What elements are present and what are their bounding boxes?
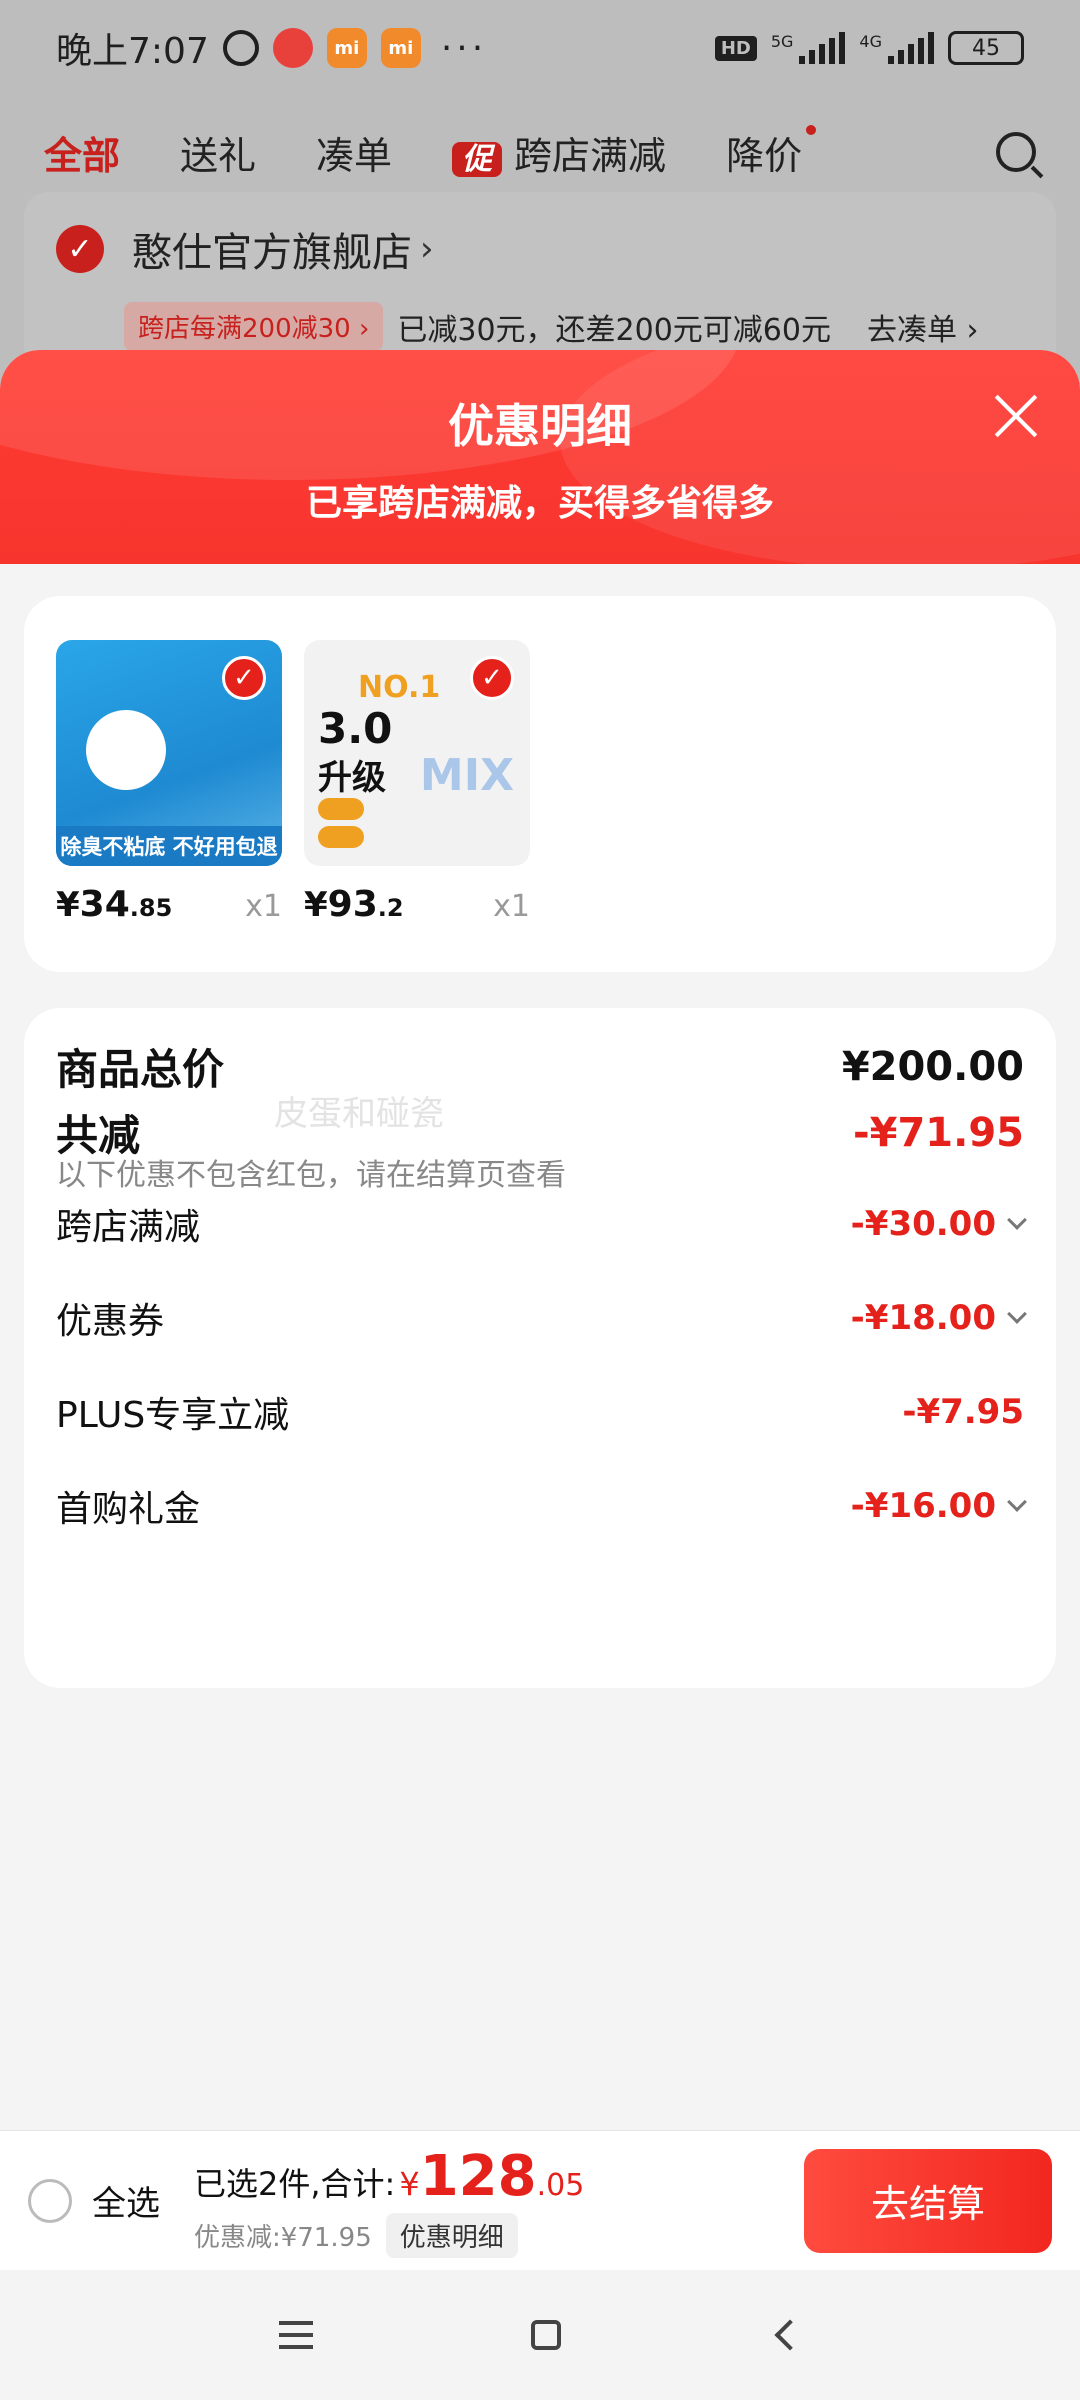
screen: 晚上7:07 mi mi ··· HD 5G 4G 45 全部 送礼 凑单 促 … xyxy=(0,0,1080,2400)
checkmark-icon: ✓ xyxy=(222,656,266,700)
weibo-icon xyxy=(272,28,313,68)
product-qty: x1 xyxy=(493,889,530,924)
tab-all[interactable]: 全部 xyxy=(44,125,120,180)
store-check-icon[interactable]: ✓ xyxy=(56,225,104,273)
mi-app-icon: mi xyxy=(380,28,421,68)
product-price: 34 xyxy=(79,884,130,925)
chevron-down-icon xyxy=(1007,1304,1027,1324)
more-notifications-icon: ··· xyxy=(440,27,488,69)
product-image-banner: 除臭不粘底 不好用包退 xyxy=(56,826,282,866)
total-price-row: 商品总价 ¥200.00 xyxy=(56,1043,1024,1095)
sheet-header: 优惠明细 已享跨店满减，买得多省得多 xyxy=(0,350,1080,564)
menu-icon[interactable] xyxy=(279,2321,313,2349)
discount-summary: 优惠减:¥71.95 xyxy=(194,2222,372,2253)
tab-gift[interactable]: 送礼 xyxy=(180,125,256,180)
back-icon[interactable] xyxy=(774,2319,806,2351)
product-item[interactable]: 除臭不粘底 不好用包退 ✓ ¥ 34 .85 x1 xyxy=(56,640,282,925)
discount-detail-sheet: 优惠明细 已享跨店满减，买得多省得多 除臭不粘底 不好用包退 ✓ ¥ 34 .8… xyxy=(0,350,1080,2400)
home-icon[interactable] xyxy=(531,2320,561,2350)
status-bar: 晚上7:07 mi mi ··· HD 5G 4G 45 xyxy=(0,0,1080,96)
new-dot xyxy=(806,124,817,135)
selected-count: 已选2件,合计: xyxy=(194,2164,396,2203)
checkmark-icon: ✓ xyxy=(470,656,514,700)
promo-tag[interactable]: 跨店每满200减30 › xyxy=(124,302,384,351)
product-image: 除臭不粘底 不好用包退 ✓ xyxy=(56,640,282,866)
promo-text: 已减30元，还差200元可减60元 xyxy=(397,312,831,348)
order-total: 128 xyxy=(419,2143,537,2209)
status-time: 晚上7:07 xyxy=(56,31,209,72)
tab-price-drop[interactable]: 降价 xyxy=(726,124,817,180)
product-item[interactable]: NO.1 3.0 升级 MIX ✓ ¥ 93 .2 x1 xyxy=(304,640,530,925)
sheet-subtitle: 已享跨店满减，买得多省得多 xyxy=(305,483,774,524)
price-summary: 皮蛋和碰瓷 商品总价 ¥200.00 共减 -¥71.95 以下优惠不包含红包，… xyxy=(24,1008,1056,1688)
sheet-title: 优惠明细 xyxy=(448,399,632,453)
discount-row-first-purchase[interactable]: 首购礼金 -¥16.00 xyxy=(56,1480,1027,1532)
total-discount-value: -¥71.95 xyxy=(853,1109,1024,1156)
discount-row-plus: PLUS专享立减 -¥7.95 xyxy=(56,1392,1024,1436)
close-icon[interactable] xyxy=(992,392,1040,440)
product-image: NO.1 3.0 升级 MIX ✓ xyxy=(304,640,530,866)
signal-4g-icon: 4G xyxy=(859,32,934,64)
selected-products: 除臭不粘底 不好用包退 ✓ ¥ 34 .85 x1 NO.1 3.0 升级 MI… xyxy=(24,596,1056,972)
hd-icon: HD xyxy=(714,35,757,61)
checkout-bar: 全选 已选2件,合计: ¥ 128 .05 优惠减:¥71.95 优惠明细 去结… xyxy=(0,2130,1080,2270)
discount-note: 以下优惠不包含红包，请在结算页查看 xyxy=(56,1158,566,1193)
mi-app-icon: mi xyxy=(326,28,367,68)
chevron-down-icon xyxy=(1007,1210,1027,1230)
checkout-button[interactable]: 去结算 xyxy=(804,2148,1052,2253)
chevron-down-icon xyxy=(1007,1492,1027,1512)
select-all-label[interactable]: 全选 xyxy=(92,2176,160,2225)
discount-row-coupon[interactable]: 优惠券 -¥18.00 xyxy=(56,1292,1027,1344)
total-price-value: ¥200.00 xyxy=(841,1043,1024,1090)
alarm-icon xyxy=(222,30,259,66)
bundle-link[interactable]: 去凑单 › xyxy=(867,305,979,349)
chevron-right-icon: › xyxy=(420,229,434,269)
battery-icon: 45 xyxy=(948,31,1024,65)
tab-bundle[interactable]: 凑单 xyxy=(316,125,392,180)
status-indicators: HD 5G 4G 45 xyxy=(714,31,1024,65)
search-icon[interactable] xyxy=(996,132,1036,172)
order-totals: 已选2件,合计: ¥ 128 .05 优惠减:¥71.95 优惠明细 xyxy=(194,2144,584,2258)
system-nav-bar xyxy=(0,2270,1080,2400)
discount-row-cross-store[interactable]: 跨店满减 -¥30.00 xyxy=(56,1198,1027,1250)
product-qty: x1 xyxy=(245,889,282,924)
select-all-radio[interactable] xyxy=(28,2178,72,2223)
status-notification-icons: mi mi ··· xyxy=(222,27,488,69)
store-name[interactable]: 憨仕官方旗舰店 xyxy=(132,220,412,278)
discount-detail-button[interactable]: 优惠明细 xyxy=(385,2212,518,2258)
promo-badge: 促 xyxy=(452,141,503,177)
cart-tabs: 全部 送礼 凑单 促跨店满减 降价 xyxy=(0,112,1080,192)
tab-cross-store[interactable]: 促跨店满减 xyxy=(452,125,666,180)
signal-5g-icon: 5G xyxy=(771,32,846,64)
product-price: 93 xyxy=(327,884,378,925)
